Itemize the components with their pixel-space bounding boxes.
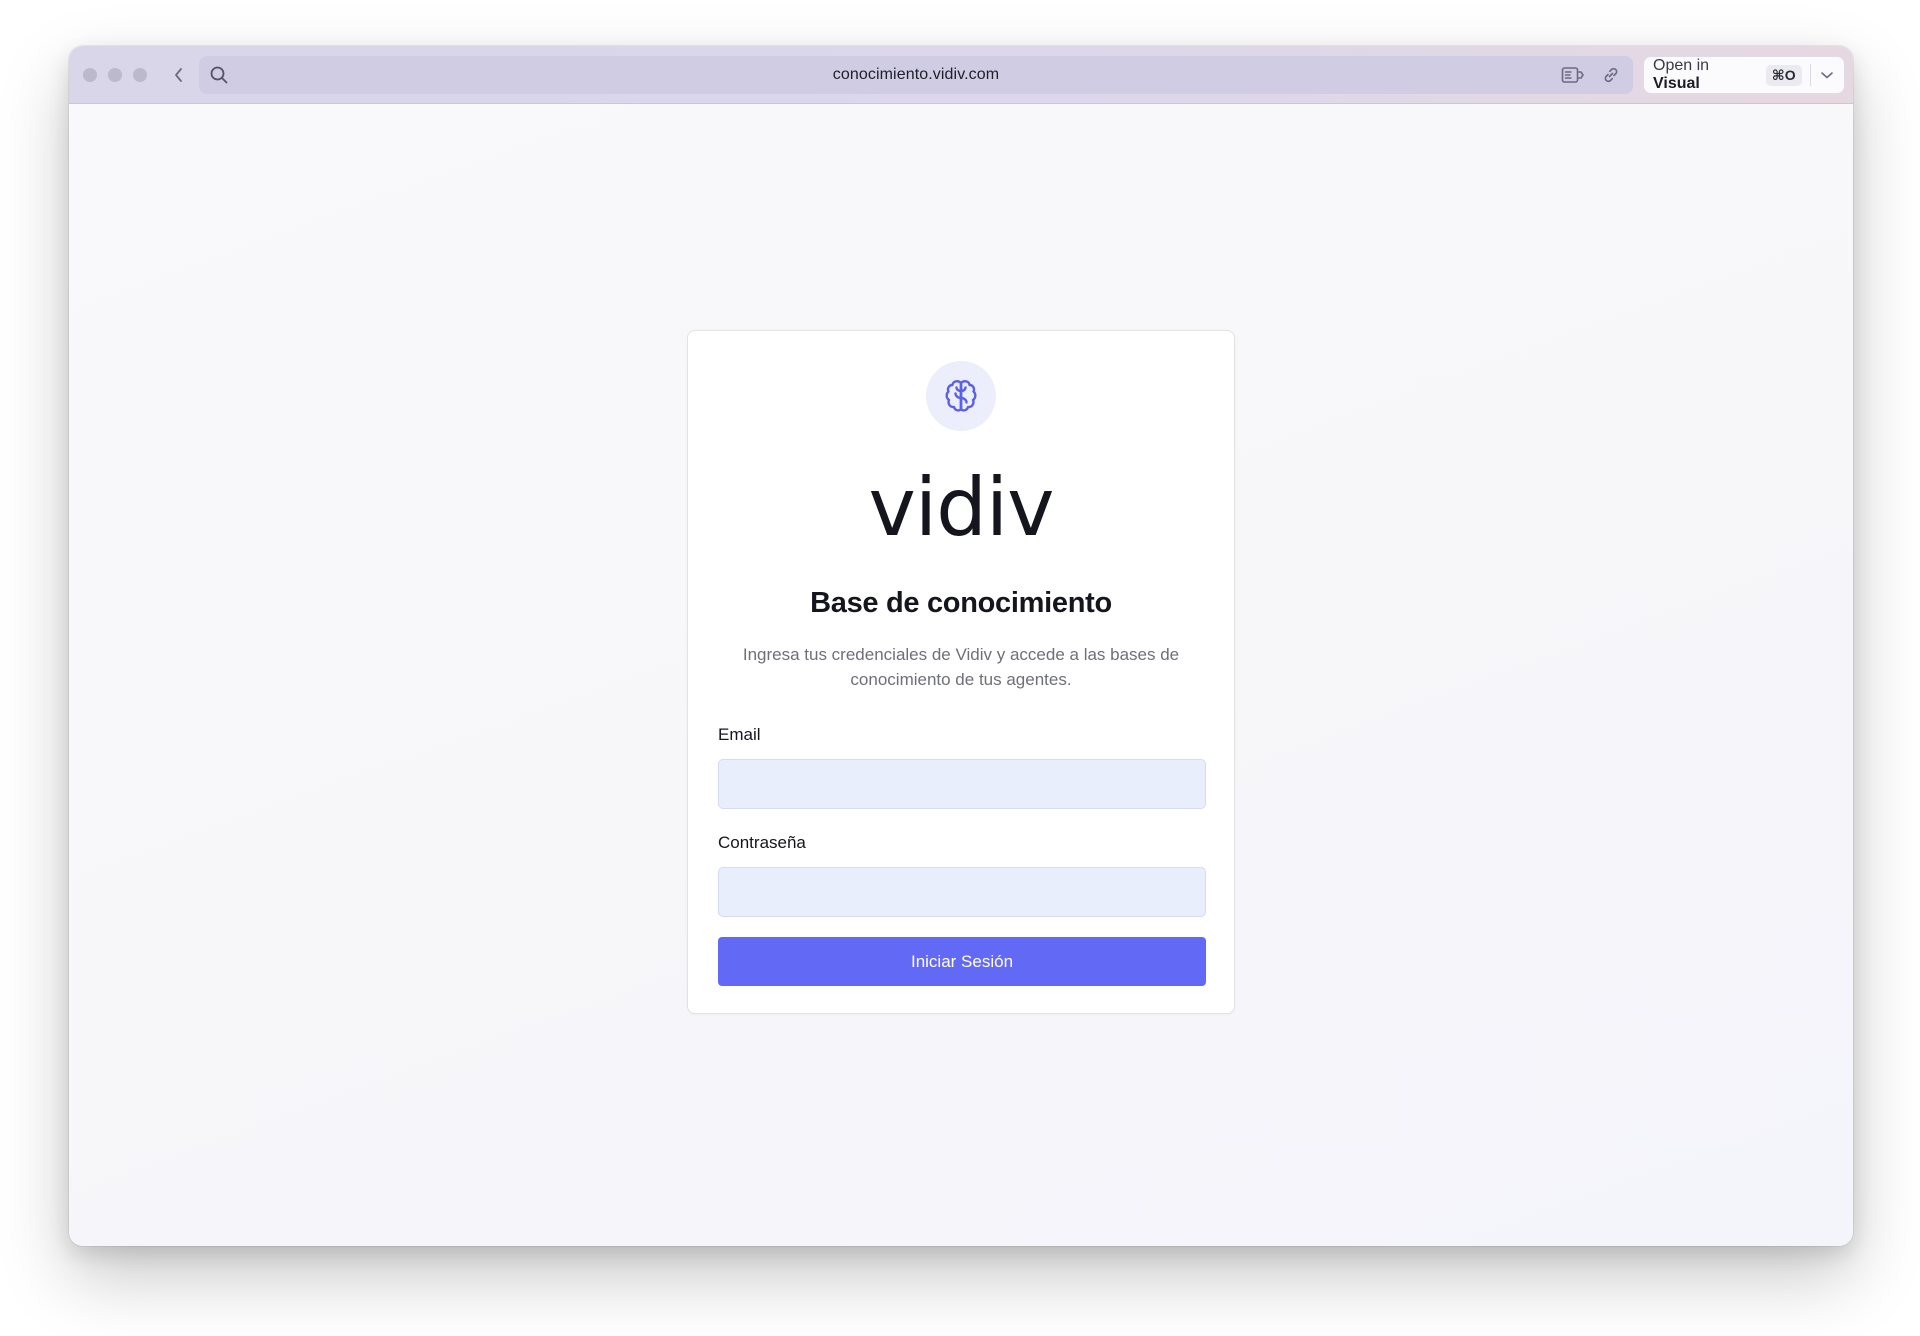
brain-icon [945,380,977,412]
chevron-down-icon [1821,72,1834,79]
url-text[interactable]: conocimiento.vidiv.com [199,56,1633,94]
open-in-dropdown-button[interactable] [1811,57,1844,93]
email-field[interactable] [718,759,1206,809]
page-subtitle: Ingresa tus credenciales de Vidiv y acce… [742,645,1180,689]
browser-window: conocimiento.vidiv.com Open in Visual ⌘O… [69,46,1853,1246]
chevron-left-icon [175,68,182,82]
open-in-app-control: Open in Visual ⌘O [1643,56,1845,94]
browser-titlebar: conocimiento.vidiv.com Open in Visual ⌘O [69,46,1853,104]
password-label: Contraseña [718,833,806,852]
password-field[interactable] [718,867,1206,917]
address-bar-actions [1561,65,1623,85]
zoom-window-button[interactable] [133,68,147,82]
link-icon [1604,67,1618,83]
brand-wordmark: vidiv [868,461,1055,554]
open-in-visual-button[interactable]: Open in Visual ⌘O [1644,57,1802,93]
address-bar[interactable]: conocimiento.vidiv.com [199,56,1633,94]
logo-badge [926,361,996,431]
email-label: Email [718,725,761,744]
open-in-app-name: Visual [1653,75,1700,92]
back-button[interactable] [167,63,191,87]
page-content: vidiv Base de conocimiento Ingresa tus c… [69,104,1853,1246]
keyboard-shortcut-badge: ⌘O [1765,64,1802,86]
minimize-window-button[interactable] [108,68,122,82]
open-in-prefix: Open in [1653,57,1710,74]
window-controls [83,68,147,82]
close-window-button[interactable] [83,68,97,82]
page-title: Base de conocimiento [810,587,1112,619]
login-button[interactable]: Iniciar Sesión [718,937,1206,986]
login-card: vidiv Base de conocimiento Ingresa tus c… [687,330,1235,1014]
copy-link-button[interactable] [1599,65,1623,85]
reader-mode-button[interactable] [1561,65,1585,85]
reader-mode-icon [1561,67,1584,83]
